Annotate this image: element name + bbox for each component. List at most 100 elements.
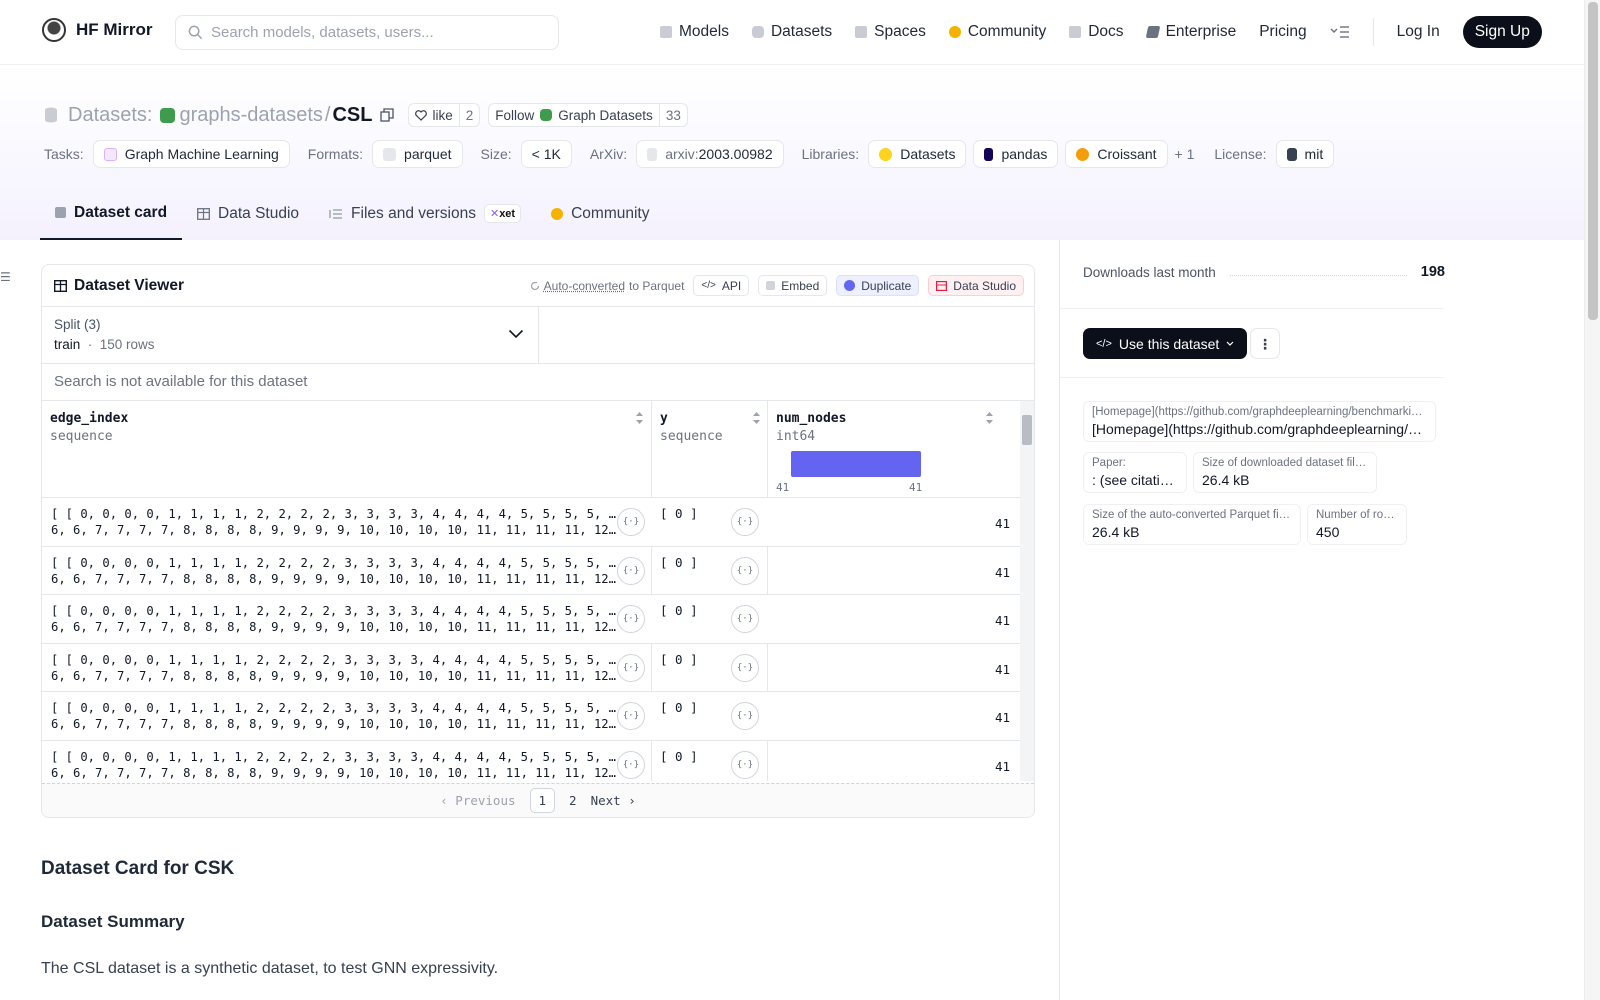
split-row: Split (3) train · 150 rows — [42, 307, 1034, 364]
data-studio-button[interactable]: Data Studio — [928, 275, 1024, 296]
signup-button[interactable]: Sign Up — [1462, 16, 1542, 48]
nav-spaces[interactable]: Spaces — [855, 23, 926, 41]
lib-croissant-label: Croissant — [1097, 146, 1157, 162]
table-header: edge_index sequence y sequence num_nodes in… — [42, 401, 1034, 498]
scrollbar-thumb[interactable] — [1022, 415, 1032, 445]
tag-lib-pandas[interactable]: pandas — [973, 140, 1059, 168]
tab-data-studio[interactable]: Data Studio — [182, 187, 314, 240]
cube-icon — [55, 207, 66, 218]
brand-link[interactable]: HF Mirror — [42, 18, 153, 42]
table-scrollbar[interactable] — [1020, 401, 1034, 781]
libraries-more[interactable]: + 1 — [1175, 146, 1195, 162]
split-select[interactable]: Split (3) train · 150 rows — [42, 307, 539, 363]
page-1-button[interactable]: 1 — [529, 788, 556, 813]
repo-org-link[interactable]: graphs-datasets — [179, 104, 322, 127]
expand-json-icon[interactable]: {·} — [617, 750, 645, 779]
page-scrollbar-thumb[interactable] — [1588, 2, 1598, 320]
homepage-meta[interactable]: [Homepage](https://github.com/graphdeepl… — [1083, 401, 1436, 442]
table-row[interactable]: [ [ 0, 0, 0, 0, 1, 1, 1, 1, 2, 2, 2, 2, … — [42, 741, 1034, 790]
nav-more-menu[interactable] — [1330, 25, 1350, 39]
repo-kind-link[interactable]: Datasets: — [68, 104, 152, 127]
embed-button[interactable]: Embed — [758, 275, 828, 296]
expand-json-icon[interactable]: {·} — [617, 653, 645, 682]
nav-community[interactable]: Community — [948, 23, 1046, 41]
num-nodes-histogram-bar[interactable] — [791, 451, 921, 477]
meta-key: [Homepage](https://github.com/graphdeepl… — [1092, 406, 1427, 418]
expand-json-icon[interactable]: {·} — [731, 702, 759, 730]
tab-dataset-card[interactable]: Dataset card — [40, 187, 183, 240]
nav-enterprise[interactable]: Enterprise — [1145, 23, 1236, 41]
tags-row: Tasks: Graph Machine Learning Formats: p… — [44, 140, 1344, 168]
expand-json-icon[interactable]: {·} — [731, 750, 759, 779]
expand-json-icon[interactable]: {·} — [731, 605, 759, 633]
nav-docs[interactable]: Docs — [1069, 23, 1124, 41]
table-icon — [936, 280, 948, 291]
sidebar-toggle-icon[interactable]: ☰ — [0, 270, 11, 284]
code-icon: </> — [701, 280, 716, 291]
more-options-button[interactable]: ⋮ — [1250, 328, 1280, 359]
nav-docs-label: Docs — [1088, 23, 1124, 40]
tag-arxiv[interactable]: arxiv:2003.00982 — [636, 140, 784, 168]
paper-meta: Paper: : (see citation) — [1083, 452, 1187, 493]
col-name: num_nodes — [776, 411, 847, 426]
copy-icon[interactable] — [380, 108, 395, 122]
duplicate-button[interactable]: Duplicate — [836, 275, 920, 296]
viewer-header: Dataset Viewer Auto-converted to Parquet… — [42, 265, 1034, 307]
expand-json-icon[interactable]: {·} — [617, 508, 645, 536]
arxiv-prefix: arxiv: — [665, 146, 699, 162]
tab-files[interactable]: Files and versions ✕xet — [314, 187, 536, 240]
use-dataset-button[interactable]: </> Use this dataset — [1083, 328, 1248, 359]
table-row[interactable]: [ [ 0, 0, 0, 0, 1, 1, 1, 1, 2, 2, 2, 2, … — [42, 644, 1034, 692]
nav-datasets[interactable]: Datasets — [751, 23, 832, 41]
prev-page-button[interactable]: ‹ Previous — [440, 793, 515, 808]
table-row[interactable]: [ [ 0, 0, 0, 0, 1, 1, 1, 1, 2, 2, 2, 2, … — [42, 498, 1034, 547]
tag-lib-datasets[interactable]: Datasets — [868, 140, 967, 168]
tag-lib-croissant[interactable]: Croissant — [1065, 140, 1168, 168]
like-button[interactable]: like 2 — [408, 103, 481, 127]
next-page-button[interactable]: Next › — [591, 793, 636, 808]
prev-label: Previous — [455, 793, 516, 808]
sort-icon[interactable] — [985, 411, 994, 425]
y-cell: [ 0 ] — [660, 603, 698, 618]
nav-models[interactable]: Models — [660, 23, 729, 41]
expand-json-icon[interactable]: {·} — [731, 556, 759, 585]
community-icon — [948, 26, 961, 38]
meta-key: Number of rows: — [1316, 509, 1398, 521]
page-scrollbar[interactable] — [1584, 0, 1600, 1000]
sort-icon[interactable] — [752, 411, 761, 425]
hist-min-label: 41 — [776, 481, 790, 494]
auto-converted-link[interactable]: Auto-converted — [544, 279, 625, 293]
database-icon — [751, 26, 764, 38]
expand-json-icon[interactable]: {·} — [731, 508, 759, 536]
expand-json-icon[interactable]: {·} — [617, 605, 645, 633]
expand-json-icon[interactable]: {·} — [617, 702, 645, 730]
edge-line: [ [ 0, 0, 0, 0, 1, 1, 1, 1, 2, 2, 2, 2, … — [51, 604, 619, 618]
edge-line: [ [ 0, 0, 0, 0, 1, 1, 1, 1, 2, 2, 2, 2, … — [51, 555, 619, 570]
expand-json-icon[interactable]: {·} — [731, 653, 759, 682]
sort-icon[interactable] — [635, 411, 644, 425]
global-search-input[interactable]: Search models, datasets, users... — [175, 15, 559, 50]
page-2-button[interactable]: 2 — [569, 793, 577, 808]
table-row[interactable]: [ [ 0, 0, 0, 0, 1, 1, 1, 1, 2, 2, 2, 2, … — [42, 595, 1034, 644]
expand-json-icon[interactable]: {·} — [617, 556, 645, 585]
login-link[interactable]: Log In — [1397, 23, 1440, 41]
tag-format[interactable]: parquet — [372, 140, 463, 168]
col-y[interactable]: y sequence — [660, 410, 723, 444]
num-nodes-cell: 41 — [994, 661, 1010, 677]
num-nodes-cell: 41 — [994, 710, 1010, 725]
col-edge-index[interactable]: edge_index sequence — [50, 410, 128, 444]
like-count: 2 — [458, 104, 480, 126]
nav-pricing[interactable]: Pricing — [1259, 23, 1306, 41]
table-row[interactable]: [ [ 0, 0, 0, 0, 1, 1, 1, 1, 2, 2, 2, 2, … — [42, 692, 1034, 741]
tag-task[interactable]: Graph Machine Learning — [92, 140, 290, 168]
col-num-nodes[interactable]: num_nodes int64 — [776, 410, 846, 444]
meta-key: Paper: — [1092, 457, 1126, 469]
tab-community[interactable]: Community — [536, 187, 664, 240]
follow-button[interactable]: Follow Graph Datasets 33 — [488, 103, 688, 127]
api-button[interactable]: </> API — [693, 275, 750, 296]
tag-size[interactable]: < 1K — [520, 140, 572, 168]
nav-pricing-label: Pricing — [1259, 23, 1307, 40]
table-row[interactable]: [ [ 0, 0, 0, 0, 1, 1, 1, 1, 2, 2, 2, 2, … — [42, 547, 1034, 595]
repo-name-link[interactable]: CSL — [332, 104, 372, 127]
tag-license[interactable]: mit — [1275, 140, 1335, 168]
